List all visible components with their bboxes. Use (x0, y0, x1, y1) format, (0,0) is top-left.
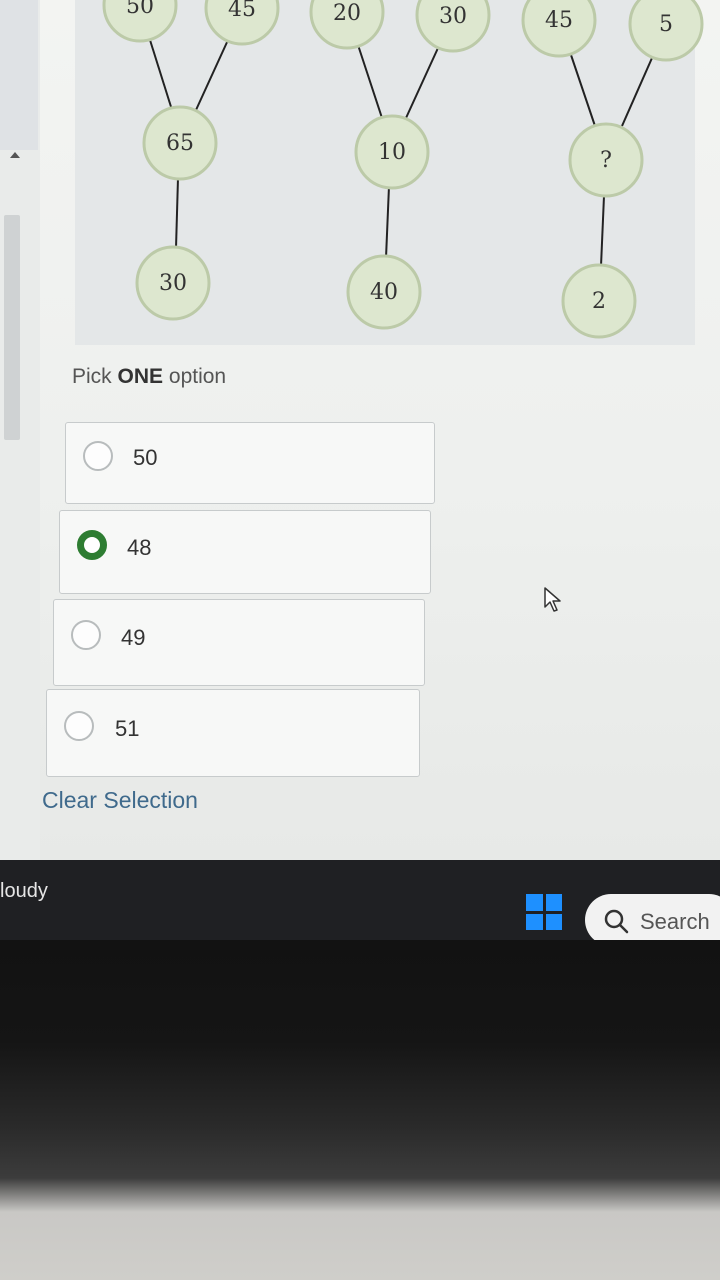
tree3-bottom: 2 (561, 263, 637, 339)
option-49-label: 49 (121, 625, 146, 650)
option-50[interactable]: 50 (65, 422, 435, 504)
laptop-bezel (0, 940, 720, 1280)
option-50-label: 50 (133, 445, 158, 470)
windows-start-icon[interactable] (526, 894, 562, 930)
search-label: Search (640, 909, 710, 934)
search-icon (604, 909, 629, 934)
tree1-middle-label: 65 (166, 131, 194, 156)
tree2-bottom: 40 (346, 254, 422, 330)
prompt-emphasis: ONE (117, 365, 164, 388)
option-51[interactable]: 51 (46, 689, 420, 777)
option-48-radio-selected[interactable] (77, 530, 107, 560)
tree1-parent-left-label: 50 (126, 0, 154, 19)
tree3-middle-label: ? (600, 148, 612, 173)
weather-widget-text[interactable]: loudy (0, 880, 48, 903)
tree1-parent-right-label: 45 (228, 0, 256, 22)
option-51-radio[interactable] (64, 711, 94, 741)
tree3-bottom-label: 2 (592, 289, 606, 314)
tree2-parent-left-label: 20 (333, 1, 361, 26)
option-48[interactable]: 48 (59, 510, 431, 594)
tree2-parent-right-label: 30 (439, 4, 467, 29)
tree1-bottom: 30 (135, 245, 211, 321)
tree2-bottom-label: 40 (370, 280, 398, 305)
clear-selection-link[interactable]: Clear Selection (42, 787, 198, 814)
option-49[interactable]: 49 (53, 599, 425, 686)
tree3-parent-right: 5 (628, 0, 704, 62)
mouse-cursor-icon (544, 587, 561, 612)
tree2-parent-right: 30 (415, 0, 491, 53)
tree-diagram: 50 45 65 30 20 30 10 40 45 5 ? 2 (102, 0, 704, 339)
option-51-label: 51 (115, 716, 140, 741)
tree1-parent-right: 45 (204, 0, 280, 46)
option-49-radio[interactable] (71, 620, 101, 650)
question-prompt: Pick ONE option (72, 365, 226, 389)
prompt-prefix: Pick (72, 365, 112, 388)
tree3-parent-left-label: 45 (545, 8, 573, 33)
tree1-bottom-label: 30 (159, 271, 187, 296)
tree3-parent-right-label: 5 (659, 12, 673, 37)
tree1-parent-left: 50 (102, 0, 178, 43)
prompt-suffix: option (168, 365, 227, 388)
tree1-middle: 65 (142, 105, 218, 181)
tree2-middle-label: 10 (378, 140, 406, 165)
option-50-radio[interactable] (83, 441, 113, 471)
option-48-label: 48 (127, 535, 152, 560)
tree3-parent-left: 45 (521, 0, 597, 58)
tree2-parent-left: 20 (309, 0, 385, 50)
screen: 50 45 65 30 20 30 10 40 45 5 ? 2 Pick ON… (0, 0, 720, 860)
tree3-middle: ? (568, 122, 644, 198)
tree2-middle: 10 (354, 114, 430, 190)
